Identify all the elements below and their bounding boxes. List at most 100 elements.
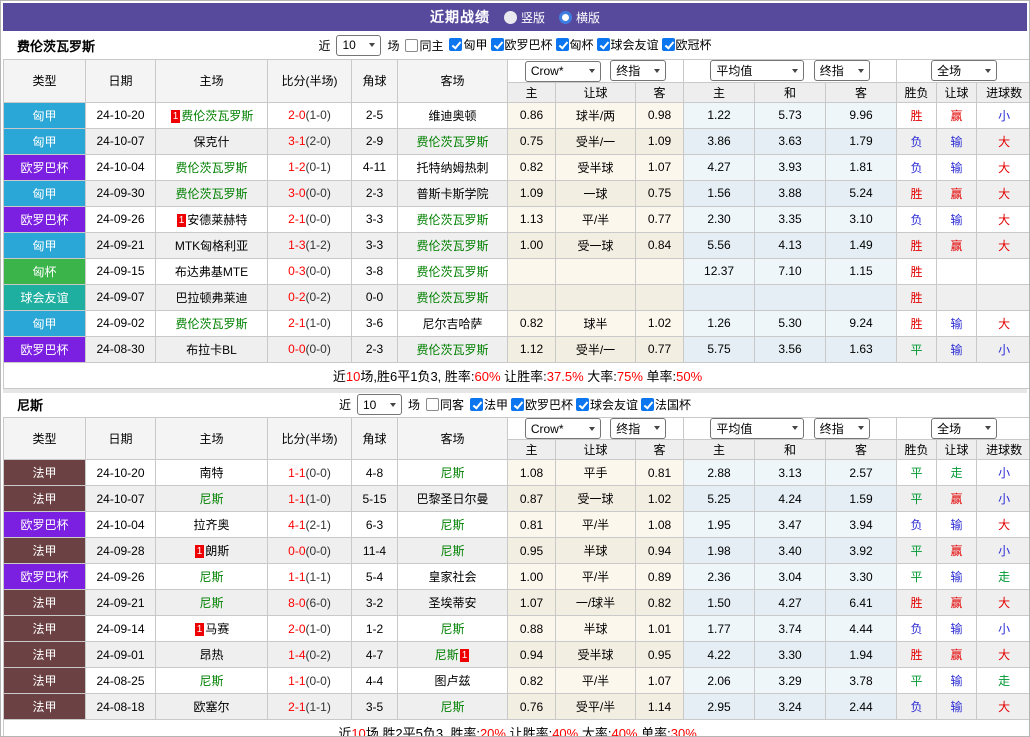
competition-checkbox[interactable]: 法甲 [467, 396, 508, 413]
team-link[interactable]: 皇家社会 [428, 570, 476, 584]
games-count-select[interactable]: 10 [336, 34, 382, 56]
layout-radio-vertical[interactable]: 竖版 [503, 9, 545, 26]
team-link[interactable]: 图卢兹 [434, 674, 470, 688]
team-link[interactable]: 尼尔吉哈萨 [422, 317, 482, 331]
checkbox-icon[interactable] [469, 397, 483, 411]
competition-checkbox[interactable]: 球会友谊 [573, 396, 638, 413]
avg-away-odds [825, 283, 898, 311]
team-link[interactable]: 费伦茨瓦罗斯 [416, 213, 488, 227]
team-link[interactable]: 尼斯 [199, 674, 223, 688]
odds-source-select[interactable]: Crow* [524, 60, 601, 82]
home-team-cell: 欧塞尔 [155, 693, 268, 720]
competition-checkbox[interactable]: 欧罗巴杯 [508, 396, 573, 413]
result-handicap: 赢 [936, 179, 978, 207]
avg-source-select[interactable]: 平均值 [710, 60, 805, 82]
games-count-select[interactable]: 10 [356, 394, 402, 415]
halftime-score: (1-1) [305, 699, 331, 714]
competition-checkbox[interactable]: 法国杯 [638, 396, 691, 413]
scope-header: 全场 [896, 59, 1029, 83]
checkbox-icon[interactable] [555, 38, 569, 51]
team-link[interactable]: 尼斯 [440, 622, 464, 636]
match-date: 24-09-21 [85, 231, 156, 259]
avg-home-odds: 1.50 [683, 589, 756, 616]
team-link[interactable]: 费伦茨瓦罗斯 [416, 239, 488, 253]
radio-horizontal-icon[interactable] [559, 10, 572, 24]
competition-checkbox[interactable]: 欧冠杯 [659, 36, 712, 53]
team-link[interactable]: 尼斯 [440, 544, 464, 558]
team-link[interactable]: 昂热 [199, 648, 223, 662]
competition-checkbox[interactable]: 匈杯 [553, 36, 594, 53]
avg-time-value: 终指 [819, 64, 844, 79]
checkbox-icon[interactable] [405, 38, 419, 52]
odds-source-select[interactable]: Crow* [524, 418, 601, 439]
team-link[interactable]: 巴拉顿弗莱迪 [175, 291, 247, 305]
same-venue-checkbox[interactable]: 同主 [402, 37, 443, 54]
halftime-score: (0-0) [305, 264, 331, 278]
team-link[interactable]: 费伦茨瓦罗斯 [181, 109, 253, 123]
team-link[interactable]: 安德莱赫特 [187, 213, 247, 227]
team-link[interactable]: 尼斯 [440, 518, 464, 532]
team-link[interactable]: 尼斯 [199, 570, 223, 584]
team-link[interactable]: 朗斯 [205, 544, 229, 558]
team-link[interactable]: 保克什 [193, 135, 229, 149]
team-link[interactable]: MTK匈格利亚 [175, 239, 248, 253]
team-link[interactable]: 普斯卡斯学院 [416, 187, 488, 201]
checkbox-icon[interactable] [490, 38, 504, 51]
corners-cell: 4-7 [351, 641, 398, 668]
team-link[interactable]: 托特纳姆热刺 [416, 161, 488, 175]
competition-checkbox[interactable]: 匈甲 [446, 36, 488, 53]
fulltime-score: 8-0 [288, 595, 306, 610]
avg-draw-odds: 3.35 [754, 205, 827, 233]
same-venue-label: 同主 [419, 38, 444, 53]
team-link[interactable]: 尼斯 [199, 492, 223, 506]
checkbox-icon[interactable] [576, 397, 590, 411]
competition-checkbox[interactable]: 球会友谊 [594, 36, 659, 53]
team-link[interactable]: 马赛 [205, 622, 229, 636]
team-link[interactable]: 维迪奥顿 [428, 109, 476, 123]
team-link[interactable]: 南特 [199, 466, 223, 480]
team-link[interactable]: 费伦茨瓦罗斯 [416, 343, 488, 357]
summary-stat-value: 40% [611, 726, 638, 737]
avg-time-select[interactable]: 终指 [813, 417, 870, 439]
subcol-avg-home: 主 [683, 81, 756, 103]
team-link[interactable]: 圣埃蒂安 [428, 596, 476, 610]
team-link[interactable]: 巴黎圣日尔曼 [416, 492, 488, 506]
same-venue-checkbox[interactable]: 同客 [423, 396, 464, 413]
fulltime-score: 2-0 [288, 108, 306, 122]
checkbox-icon[interactable] [511, 397, 524, 411]
team-link[interactable]: 欧塞尔 [193, 700, 229, 714]
team-link[interactable]: 费伦茨瓦罗斯 [175, 187, 247, 201]
team-link[interactable]: 布达弗基MTE [175, 265, 248, 279]
checkbox-icon[interactable] [661, 38, 675, 51]
team-link[interactable]: 尼斯 [440, 700, 464, 714]
odds-time-select[interactable]: 终指 [610, 417, 667, 439]
scope-select[interactable]: 全场 [931, 417, 998, 439]
competition-checkbox[interactable]: 欧罗巴杯 [488, 36, 553, 53]
match-row: 匈甲 24-09-30 费伦茨瓦罗斯 3-0(0-0) 2-3 普斯卡斯学院 1… [3, 179, 1029, 207]
fulltime-score: 1-2 [288, 160, 306, 174]
team-link[interactable]: 费伦茨瓦罗斯 [175, 161, 247, 175]
team-link[interactable]: 费伦茨瓦罗斯 [175, 317, 247, 331]
radio-vertical-icon[interactable] [503, 10, 517, 24]
avg-source-select[interactable]: 平均值 [710, 417, 805, 439]
near-label: 近 [318, 38, 331, 53]
team-link[interactable]: 尼斯 [435, 648, 459, 662]
scope-select[interactable]: 全场 [931, 60, 998, 82]
summary-stat-value: 37.5% [546, 368, 584, 384]
handicap-header: Crow* 终指 [506, 59, 685, 83]
team-link[interactable]: 布拉卡BL [186, 343, 237, 357]
checkbox-icon[interactable] [641, 397, 655, 411]
odds-time-select[interactable]: 终指 [610, 60, 667, 81]
team-link[interactable]: 尼斯 [440, 466, 464, 480]
team-link[interactable]: 费伦茨瓦罗斯 [416, 265, 488, 279]
layout-radio-horizontal[interactable]: 横版 [559, 9, 600, 26]
checkbox-icon[interactable] [449, 38, 463, 51]
team-link[interactable]: 拉齐奥 [193, 518, 229, 532]
team-link[interactable]: 费伦茨瓦罗斯 [416, 291, 488, 305]
checkbox-icon[interactable] [425, 398, 439, 411]
avg-time-select[interactable]: 终指 [813, 60, 870, 82]
team-link[interactable]: 尼斯 [199, 596, 223, 610]
checkbox-icon[interactable] [596, 38, 610, 51]
team-link[interactable]: 费伦茨瓦罗斯 [416, 135, 488, 149]
competition-filters: 匈甲 欧罗巴杯 匈杯 球会友谊 欧冠杯 [446, 36, 712, 54]
